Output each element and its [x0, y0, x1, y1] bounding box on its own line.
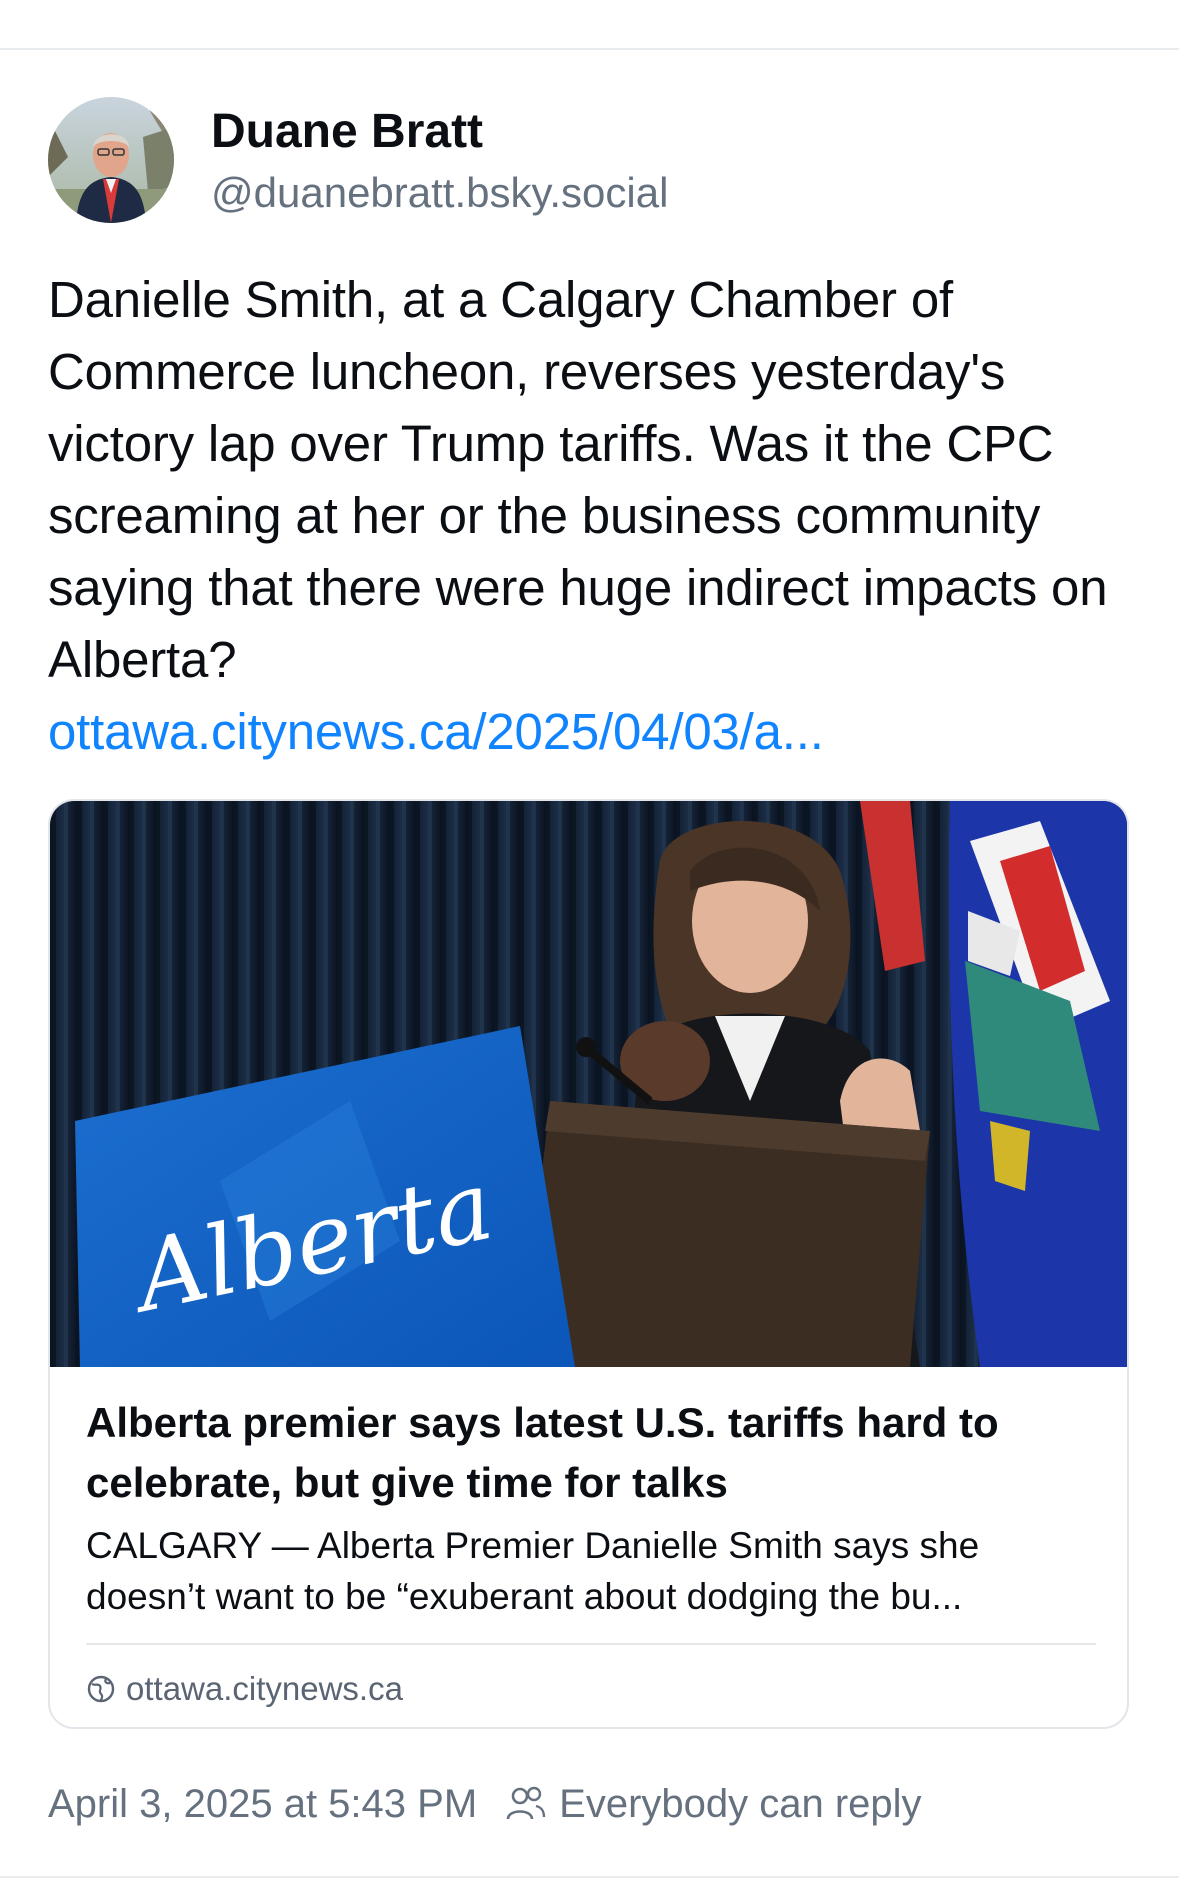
globe-icon — [86, 1674, 116, 1704]
top-divider — [0, 48, 1179, 50]
post-link[interactable]: ottawa.citynews.ca/2025/04/03/a... — [48, 696, 1138, 768]
author-display-name[interactable]: Duane Bratt — [211, 104, 483, 160]
link-preview-card[interactable]: Alberta Alberta premier says latest U.S.… — [48, 799, 1129, 1729]
link-card-title[interactable]: Alberta premier says latest U.S. tariffs… — [86, 1393, 1096, 1513]
people-icon — [505, 1785, 547, 1823]
link-card-domain: ottawa.citynews.ca — [126, 1670, 403, 1707]
post-body: Danielle Smith, at a Calgary Chamber of … — [48, 264, 1138, 768]
link-card-description: CALGARY — Alberta Premier Danielle Smith… — [86, 1525, 980, 1617]
profile-photo-icon — [48, 97, 174, 223]
post-timestamp: April 3, 2025 at 5:43 PM — [48, 1781, 478, 1826]
link-card-divider — [86, 1643, 1096, 1645]
author-handle[interactable]: @duanebratt.bsky.social — [211, 167, 668, 219]
reply-setting[interactable]: Everybody can reply — [505, 1781, 922, 1827]
link-card-image: Alberta — [50, 801, 1127, 1367]
post-meta: April 3, 2025 at 5:43 PM Everybody can r… — [48, 1776, 922, 1832]
link-card-domain-row: ottawa.citynews.ca — [86, 1667, 403, 1711]
post-text: Danielle Smith, at a Calgary Chamber of … — [48, 271, 1108, 688]
bottom-divider — [0, 1876, 1179, 1878]
author-avatar[interactable] — [48, 97, 174, 223]
reply-setting-label: Everybody can reply — [559, 1781, 922, 1826]
